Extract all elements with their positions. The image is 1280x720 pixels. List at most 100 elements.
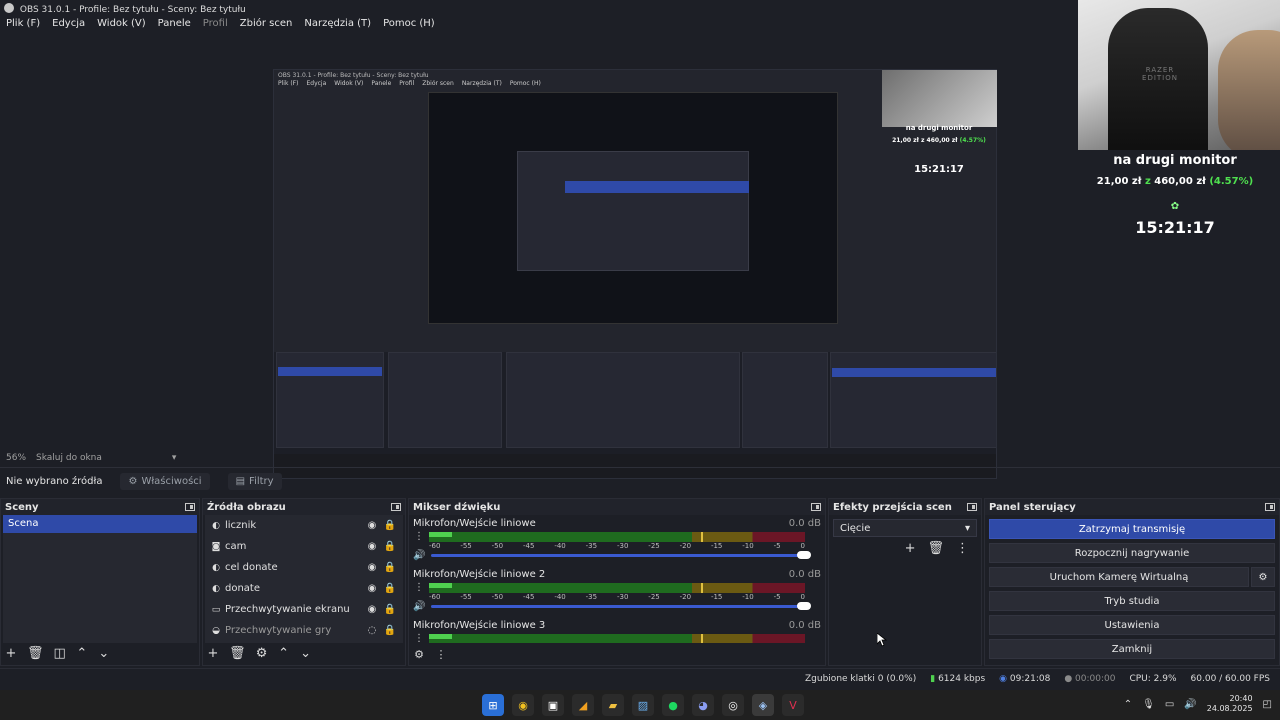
arrow-down-icon[interactable]: ⌄	[300, 646, 312, 661]
lock-icon[interactable]: 🔒	[383, 625, 397, 636]
chrome-icon[interactable]: ◉	[512, 694, 534, 716]
chevron-up-icon[interactable]: ⌃	[1124, 699, 1132, 710]
menu-edit[interactable]: Edycja	[52, 18, 85, 29]
arrow-up-icon[interactable]: ⌃	[76, 646, 88, 661]
menu-tools[interactable]: Narzędzia (T)	[304, 18, 371, 29]
source-item[interactable]: ◒ Przechwytywanie gry ◌ 🔒	[205, 620, 403, 641]
gear-icon[interactable]: ⚙	[413, 648, 425, 661]
exit-button[interactable]: Zamknij	[989, 639, 1275, 659]
app-icon[interactable]: ◢	[572, 694, 594, 716]
undock-icon[interactable]	[967, 503, 977, 511]
arrow-up-icon[interactable]: ⌃	[278, 646, 290, 661]
menu-scene-collection[interactable]: Zbiór scen	[240, 18, 293, 29]
camera-icon: ◙	[211, 541, 221, 552]
gear-icon[interactable]: ⚙	[1251, 567, 1275, 587]
steam-icon[interactable]: ◈	[752, 694, 774, 716]
menu-help[interactable]: Pomoc (H)	[383, 18, 435, 29]
lock-icon[interactable]: 🔒	[383, 604, 397, 615]
add-icon[interactable]: +	[905, 541, 916, 556]
tick-label: 0	[800, 593, 805, 601]
speaker-icon[interactable]: 🔊	[1184, 699, 1196, 710]
speaker-icon[interactable]: 🔊	[413, 550, 425, 561]
gear-icon: ⚙	[128, 476, 138, 487]
transitions-dock: Efekty przejścia scen Cięcie ▾ + 🗑 ⋮	[828, 498, 982, 666]
eye-icon[interactable]: ◉	[365, 541, 379, 552]
more-icon[interactable]: ⋮	[435, 648, 447, 661]
trash-icon[interactable]: 🗑	[27, 646, 44, 661]
obs-icon[interactable]: ◎	[722, 694, 744, 716]
store-icon[interactable]: ▣	[542, 694, 564, 716]
discord-icon[interactable]: ◕	[692, 694, 714, 716]
menu-view[interactable]: Widok (V)	[97, 18, 146, 29]
source-item[interactable]: ◙ cam ◉ 🔒	[205, 536, 403, 557]
trash-icon[interactable]: 🗑	[927, 541, 944, 556]
more-icon[interactable]: ⋮	[413, 633, 425, 643]
undock-icon[interactable]	[391, 503, 401, 511]
filters-button[interactable]: ▤ Filtry	[227, 473, 282, 490]
source-item[interactable]: ◐ cel donate ◉ 🔒	[205, 557, 403, 578]
lock-icon[interactable]: 🔒	[383, 583, 397, 594]
notification-icon[interactable]: ◰	[1263, 699, 1272, 710]
more-icon[interactable]: ⋮	[413, 531, 425, 542]
image-icon[interactable]: ▨	[632, 694, 654, 716]
trash-icon[interactable]: 🗑	[229, 646, 246, 661]
lock-icon[interactable]: 🔒	[383, 541, 397, 552]
windows-taskbar: ⊞ ◉ ▣ ◢ ▰ ▨ ● ◕ ◎ ◈ V ⌃ 🎙 ▭ 🔊 20:40 24.0…	[0, 690, 1280, 720]
start-recording-button[interactable]: Rozpocznij nagrywanie	[989, 543, 1275, 563]
nested-stop-stream	[832, 368, 996, 377]
stop-stream-button[interactable]: Zatrzymaj transmisję	[989, 519, 1275, 539]
source-item[interactable]: ◐ licznik ◉ 🔒	[205, 515, 403, 536]
slider-handle[interactable]	[797, 551, 811, 559]
bitrate: ▮ 6124 kbps	[930, 673, 986, 684]
nested-sources-panel	[388, 352, 502, 448]
taskbar-clock[interactable]: 20:40 24.08.2025	[1207, 694, 1253, 714]
properties-button[interactable]: ⚙ Właściwości	[120, 473, 210, 490]
eye-hidden-icon[interactable]: ◌	[365, 625, 379, 636]
gear-icon[interactable]: ⚙	[256, 646, 268, 661]
nested-scene-selected	[278, 367, 382, 376]
eye-icon[interactable]: ◉	[365, 562, 379, 573]
folder-icon[interactable]: ▰	[602, 694, 624, 716]
undock-icon[interactable]	[185, 503, 195, 511]
source-item[interactable]: ▭ Przechwytywanie ekranu ◉ 🔒	[205, 599, 403, 620]
lock-icon[interactable]: 🔒	[383, 520, 397, 531]
microphone-icon[interactable]: 🎙	[1142, 699, 1155, 710]
virtual-camera-button[interactable]: Uruchom Kamerę Wirtualną	[989, 567, 1249, 587]
more-icon[interactable]: ⋮	[413, 582, 425, 593]
nested-menu: Plik (F) Edycja Widok (V) Panele Profil Zbiór…	[278, 80, 541, 87]
volume-slider[interactable]	[431, 602, 811, 610]
lock-icon[interactable]: 🔒	[383, 562, 397, 573]
vivaldi-icon[interactable]: V	[782, 694, 804, 716]
globe-icon: ◐	[212, 562, 220, 573]
settings-button[interactable]: Ustawienia	[989, 615, 1275, 635]
tick-label: -50	[491, 542, 504, 550]
slider-handle[interactable]	[797, 602, 811, 610]
scale-mode-select[interactable]: Skaluj do okna	[36, 453, 102, 463]
eye-icon[interactable]: ◉	[365, 604, 379, 615]
speaker-icon[interactable]: 🔊	[413, 601, 425, 612]
scene-item[interactable]: Scena	[3, 515, 197, 533]
filter-icon[interactable]: ◫	[54, 646, 66, 661]
eye-icon[interactable]: ◉	[365, 583, 379, 594]
windows-start-icon[interactable]: ⊞	[482, 694, 504, 716]
menu-docks[interactable]: Panele	[158, 18, 191, 29]
add-icon[interactable]: +	[207, 646, 219, 661]
more-icon[interactable]: ⋮	[956, 541, 969, 556]
source-item[interactable]: ◐ donate ◉ 🔒	[205, 578, 403, 599]
menu-file[interactable]: Plik (F)	[6, 18, 40, 29]
chevron-down-icon[interactable]: ▾	[172, 453, 177, 463]
undock-icon[interactable]	[811, 503, 821, 511]
network-icon[interactable]: ▭	[1165, 699, 1174, 710]
add-icon[interactable]: +	[5, 646, 17, 661]
undock-icon[interactable]	[1265, 503, 1275, 511]
studio-mode-button[interactable]: Tryb studia	[989, 591, 1275, 611]
window-title: OBS 31.0.1 - Profile: Bez tytułu - Sceny…	[19, 5, 246, 15]
meter-level	[429, 633, 452, 639]
volume-slider[interactable]	[431, 551, 811, 559]
menu-profile[interactable]: Profil	[203, 18, 228, 29]
transition-select[interactable]: Cięcie ▾	[833, 519, 977, 537]
eye-icon[interactable]: ◉	[365, 520, 379, 531]
spotify-icon[interactable]: ●	[662, 694, 684, 716]
tick-label: -30	[616, 593, 629, 601]
arrow-down-icon[interactable]: ⌄	[98, 646, 110, 661]
